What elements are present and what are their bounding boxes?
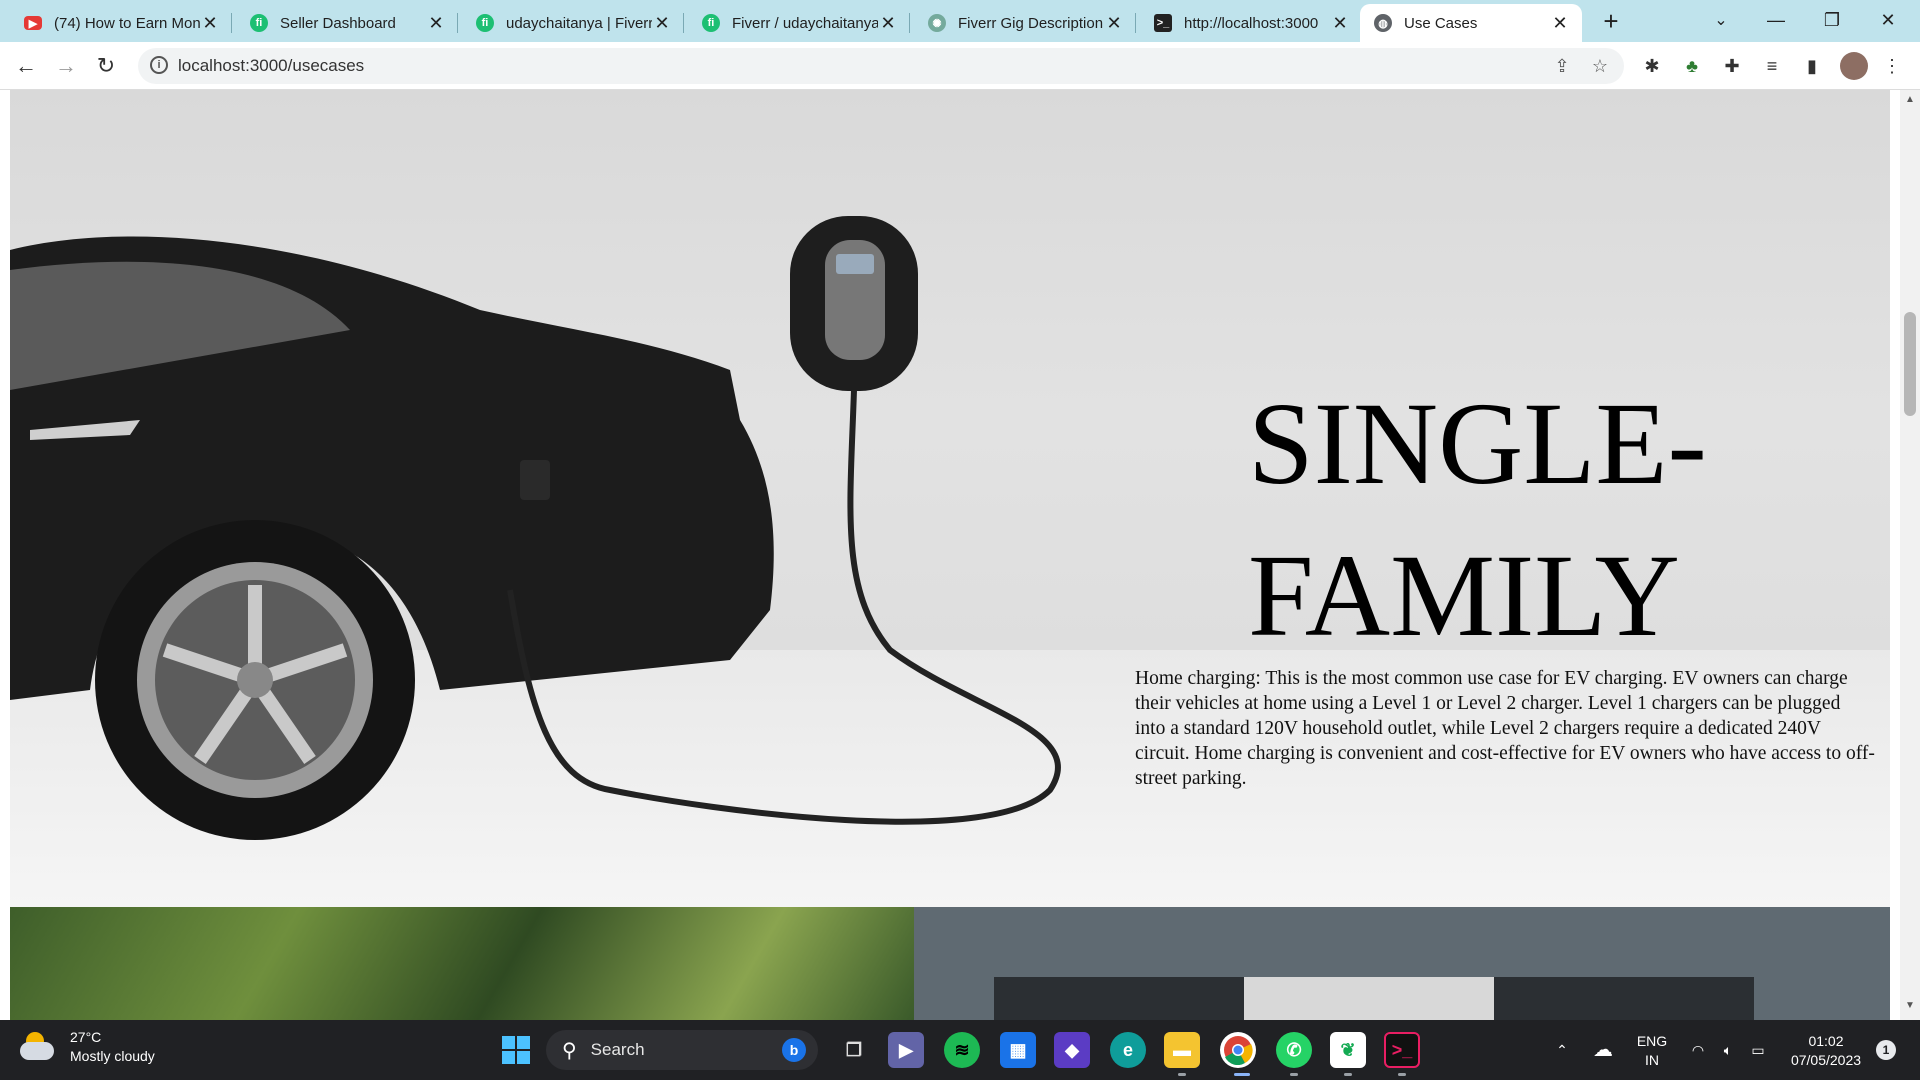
copilot-icon[interactable]: ◆ <box>1054 1032 1090 1068</box>
tab-label: udaychaitanya | Fiverr <box>506 14 652 32</box>
restore-button[interactable]: ❐ <box>1804 0 1860 42</box>
tab-search-chevron-icon[interactable]: ⌄ <box>1706 6 1736 36</box>
globe-icon: ◍ <box>1374 14 1392 32</box>
close-window-button[interactable]: ✕ <box>1860 0 1916 42</box>
weather-cloudy-icon <box>20 1032 56 1062</box>
clock-time: 01:02 <box>1808 1033 1844 1049</box>
region-code: IN <box>1645 1052 1659 1068</box>
mongodb-compass-icon[interactable]: ❦ <box>1330 1032 1366 1068</box>
site-info-icon[interactable]: i <box>150 56 168 74</box>
whatsapp-icon[interactable]: ✆ <box>1276 1032 1312 1068</box>
close-icon[interactable]: ✕ <box>426 13 446 34</box>
search-icon: ⚲ <box>562 1039 577 1062</box>
language-code: ENG <box>1636 1033 1668 1049</box>
notification-badge[interactable]: 1 <box>1876 1040 1896 1060</box>
terminal-icon: >_ <box>1154 14 1172 32</box>
reload-icon[interactable]: ↻ <box>92 52 120 80</box>
tab-fiverr-user[interactable]: fi Fiverr / udaychaitanya ✕ <box>688 4 910 42</box>
scrollbar-thumb[interactable] <box>1904 312 1916 416</box>
youtube-icon: ▶ <box>24 16 42 30</box>
onedrive-cloud-icon[interactable]: ☁ <box>1588 1020 1618 1080</box>
garage-photo <box>914 907 1890 1020</box>
tab-label: Fiverr Gig Description <box>958 14 1104 32</box>
back-arrow-icon[interactable]: ← <box>12 52 40 80</box>
edge-icon[interactable]: e <box>1110 1032 1146 1068</box>
tab-label: (74) How to Earn Mon <box>54 14 200 32</box>
tab-label: http://localhost:3000 <box>1184 14 1319 32</box>
media-control-icon[interactable]: ≡ <box>1760 54 1784 78</box>
page-viewport: SINGLE- FAMILY Home charging: This is th… <box>0 90 1920 1020</box>
side-panel-icon[interactable]: ▮ <box>1800 54 1824 78</box>
scroll-down-arrow-icon[interactable]: ▼ <box>1900 1000 1920 1016</box>
tab-use-cases[interactable]: ◍ Use Cases ✕ <box>1360 4 1582 42</box>
tab-label: Fiverr / udaychaitanya <box>732 14 878 32</box>
tab-youtube[interactable]: ▶ (74) How to Earn Mon ✕ <box>10 4 232 42</box>
battery-icon[interactable]: ▭ <box>1744 1020 1772 1080</box>
weather-description: Mostly cloudy <box>70 1048 155 1064</box>
next-section-image <box>10 907 1890 1020</box>
close-icon[interactable]: ✕ <box>1104 13 1124 34</box>
charging-plug <box>520 460 550 500</box>
windows-start-icon[interactable] <box>498 1032 534 1068</box>
tab-strip: ▶ (74) How to Earn Mon ✕ fi Seller Dashb… <box>0 0 1920 42</box>
show-hidden-icons-chevron-icon[interactable]: ⌃ <box>1550 1020 1574 1080</box>
windows-taskbar: 27°C Mostly cloudy ⚲ Search b ❐ ▶ ≋ ▦ ◆ … <box>0 1020 1920 1080</box>
page-scrollbar[interactable]: ▲ ▼ <box>1900 90 1920 1020</box>
clock[interactable]: 01:02 07/05/2023 <box>1780 1020 1872 1080</box>
search-label: Search <box>590 1040 645 1059</box>
close-icon[interactable]: ✕ <box>652 13 672 34</box>
section-description: Home charging: This is the most common u… <box>1135 668 1875 789</box>
close-icon[interactable]: ✕ <box>878 13 898 34</box>
html-extension-icon[interactable]: ♣ <box>1680 54 1704 78</box>
calendar-icon[interactable]: ▦ <box>1000 1032 1036 1068</box>
single-family-section: SINGLE- FAMILY Home charging: This is th… <box>10 90 1890 907</box>
tab-seller-dashboard[interactable]: fi Seller Dashboard ✕ <box>236 4 458 42</box>
weather-widget[interactable]: 27°C Mostly cloudy <box>20 1028 155 1066</box>
teams-chat-icon[interactable]: ▶ <box>888 1032 924 1068</box>
forward-arrow-icon[interactable]: → <box>52 52 80 80</box>
browser-toolbar: ← → ↻ i localhost:3000/usecases ⇪ ☆ ✱ ♣ … <box>0 42 1920 90</box>
volume-icon[interactable]: 🔈︎ <box>1716 1020 1740 1080</box>
language-indicator[interactable]: ENG IN <box>1632 1020 1672 1080</box>
title-line-2: FAMILY <box>1248 530 1680 661</box>
bug-extension-icon[interactable]: ✱ <box>1640 54 1664 78</box>
weather-temperature: 27°C <box>70 1029 102 1045</box>
clock-date: 07/05/2023 <box>1790 1052 1862 1068</box>
fiverr-icon: fi <box>702 14 720 32</box>
kebab-menu-icon[interactable]: ⋮ <box>1880 54 1904 78</box>
fiverr-icon: fi <box>476 14 494 32</box>
chatgpt-icon: ✺ <box>928 14 946 32</box>
file-explorer-icon[interactable]: ▬ <box>1164 1032 1200 1068</box>
new-tab-button[interactable]: + <box>1596 6 1626 36</box>
tab-label: Seller Dashboard <box>280 14 396 32</box>
profile-avatar[interactable] <box>1840 52 1868 80</box>
share-icon[interactable]: ⇪ <box>1550 54 1574 78</box>
tab-gig-description[interactable]: ✺ Fiverr Gig Description ✕ <box>914 4 1136 42</box>
minimize-button[interactable]: — <box>1748 0 1804 42</box>
fiverr-icon: fi <box>250 14 268 32</box>
section-title: SINGLE- FAMILY <box>1248 368 1848 672</box>
url-text[interactable]: localhost:3000/usecases <box>178 56 364 76</box>
extensions-puzzle-icon[interactable]: ✚ <box>1720 54 1744 78</box>
close-icon[interactable]: ✕ <box>1330 13 1350 34</box>
taskbar-search-box[interactable]: ⚲ Search b <box>546 1030 818 1070</box>
tab-fiverr-profile[interactable]: fi udaychaitanya | Fiverr ✕ <box>462 4 684 42</box>
greenery-photo <box>10 907 914 1020</box>
wifi-icon[interactable]: ◠ <box>1686 1020 1710 1080</box>
bookmark-star-icon[interactable]: ☆ <box>1588 54 1612 78</box>
close-icon[interactable]: ✕ <box>1550 13 1570 34</box>
address-bar[interactable]: i localhost:3000/usecases ⇪ ☆ <box>138 48 1624 84</box>
chrome-icon[interactable] <box>1220 1032 1256 1068</box>
scroll-up-arrow-icon[interactable]: ▲ <box>1900 94 1920 110</box>
title-line-1: SINGLE- <box>1248 378 1707 509</box>
task-view-icon[interactable]: ❐ <box>836 1032 872 1068</box>
terminal-app-icon[interactable]: >_ <box>1384 1032 1420 1068</box>
tab-label: Use Cases <box>1404 14 1478 32</box>
close-icon[interactable]: ✕ <box>200 13 220 34</box>
spotify-icon[interactable]: ≋ <box>944 1032 980 1068</box>
tab-localhost[interactable]: >_ http://localhost:3000 ✕ <box>1140 4 1362 42</box>
bing-icon[interactable]: b <box>782 1038 806 1062</box>
